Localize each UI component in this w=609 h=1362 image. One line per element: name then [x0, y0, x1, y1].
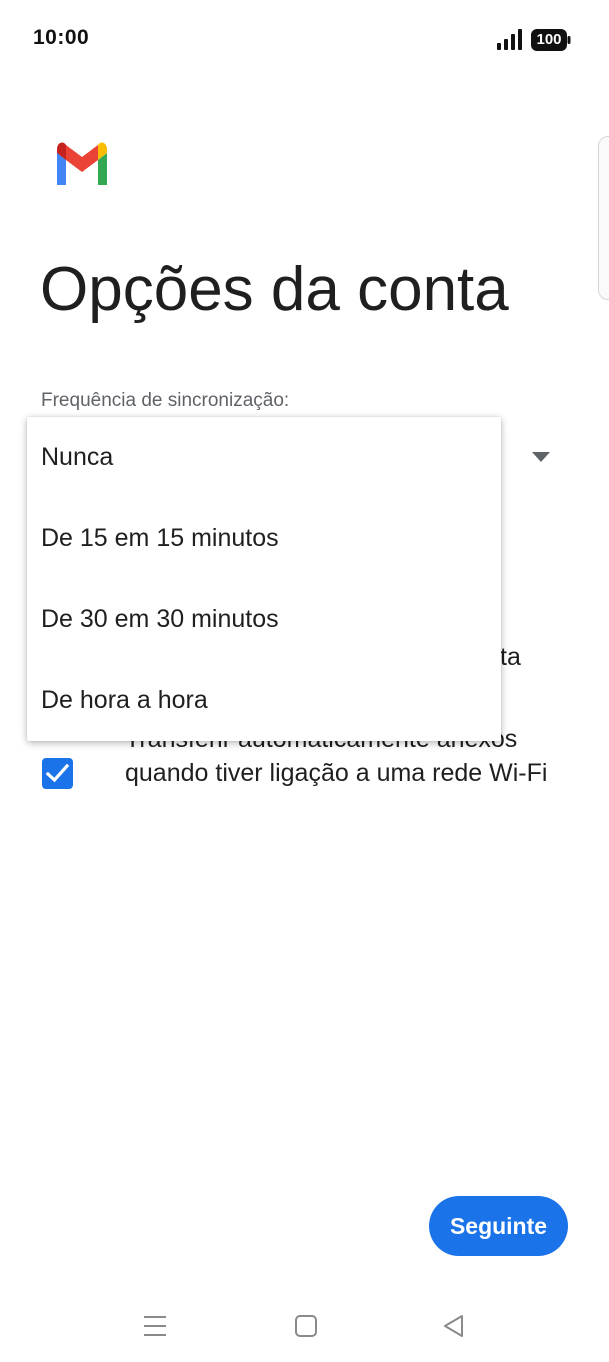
home-icon[interactable] — [292, 1312, 320, 1340]
sync-frequency-label: Frequência de sincronização: — [41, 390, 290, 411]
next-button[interactable]: Seguinte — [429, 1196, 568, 1256]
status-bar: 10:00 100 — [0, 0, 609, 80]
checkmark-icon — [46, 763, 69, 783]
dropdown-option-30-minutes[interactable]: De 30 em 30 minutos — [27, 579, 501, 660]
status-time: 10:00 — [33, 26, 90, 49]
scroll-edge-indicator — [598, 136, 609, 300]
dropdown-option-15-minutes[interactable]: De 15 em 15 minutos — [27, 498, 501, 579]
battery-level: 100 — [536, 31, 562, 48]
page-title: Opções da conta — [40, 255, 509, 324]
back-icon[interactable] — [440, 1312, 468, 1340]
dropdown-option-hourly[interactable]: De hora a hora — [27, 660, 501, 741]
signal-icon — [497, 29, 522, 50]
sync-frequency-dropdown: Nunca De 15 em 15 minutos De 30 em 30 mi… — [27, 417, 501, 741]
dropdown-option-never[interactable]: Nunca — [27, 417, 501, 498]
menu-icon[interactable] — [141, 1312, 169, 1340]
gmail-logo — [57, 142, 107, 185]
navigation-bar — [0, 1290, 609, 1362]
auto-download-attachments-checkbox[interactable] — [42, 758, 73, 789]
dropdown-arrow-icon[interactable] — [531, 451, 551, 463]
screen: 10:00 100 Opções da conta Frequência de … — [0, 0, 609, 1362]
hidden-option-fragment: ta — [500, 643, 521, 671]
